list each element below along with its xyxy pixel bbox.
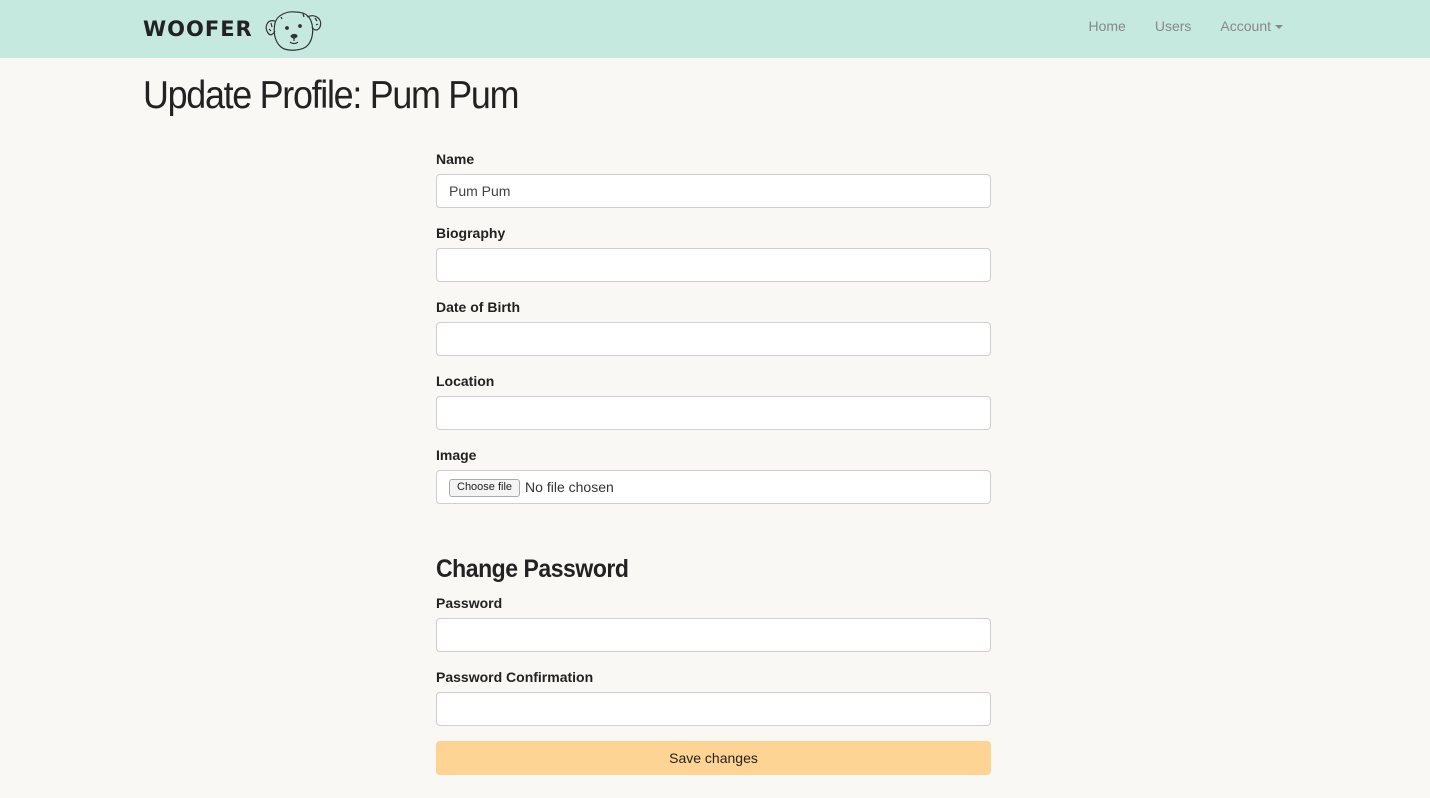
nav-account-label: Account — [1220, 18, 1271, 34]
dob-label: Date of Birth — [436, 299, 520, 315]
image-label: Image — [436, 447, 477, 463]
nav-links: Home Users Account — [1088, 18, 1283, 34]
dob-input[interactable] — [436, 322, 991, 356]
page-title: Update Profile: Pum Pum — [143, 74, 519, 117]
location-label: Location — [436, 373, 495, 389]
location-input[interactable] — [436, 396, 991, 430]
file-status: No file chosen — [525, 479, 614, 495]
image-file-input: Choose file No file chosen — [436, 470, 991, 504]
password-confirmation-input[interactable] — [436, 692, 991, 726]
password-input[interactable] — [436, 618, 991, 652]
choose-file-button[interactable]: Choose file — [449, 479, 521, 497]
biography-label: Biography — [436, 225, 506, 241]
change-password-heading: Change Password — [436, 555, 629, 583]
password-confirmation-label: Password Confirmation — [436, 669, 594, 685]
brand-link[interactable]: WOOFER — [143, 11, 325, 51]
nav-home[interactable]: Home — [1088, 18, 1125, 34]
name-input[interactable] — [436, 174, 991, 208]
biography-input[interactable] — [436, 248, 991, 282]
save-changes-button[interactable]: Save changes — [436, 741, 991, 775]
nav-account-dropdown[interactable]: Account — [1220, 18, 1283, 34]
password-label: Password — [436, 595, 503, 611]
caret-down-icon — [1275, 25, 1283, 30]
name-label: Name — [436, 151, 475, 167]
dog-face-icon — [265, 11, 321, 51]
nav-users[interactable]: Users — [1155, 18, 1192, 34]
navbar: WOOFER Home Users Account — [0, 0, 1430, 58]
brand-name: WOOFER — [143, 17, 253, 41]
